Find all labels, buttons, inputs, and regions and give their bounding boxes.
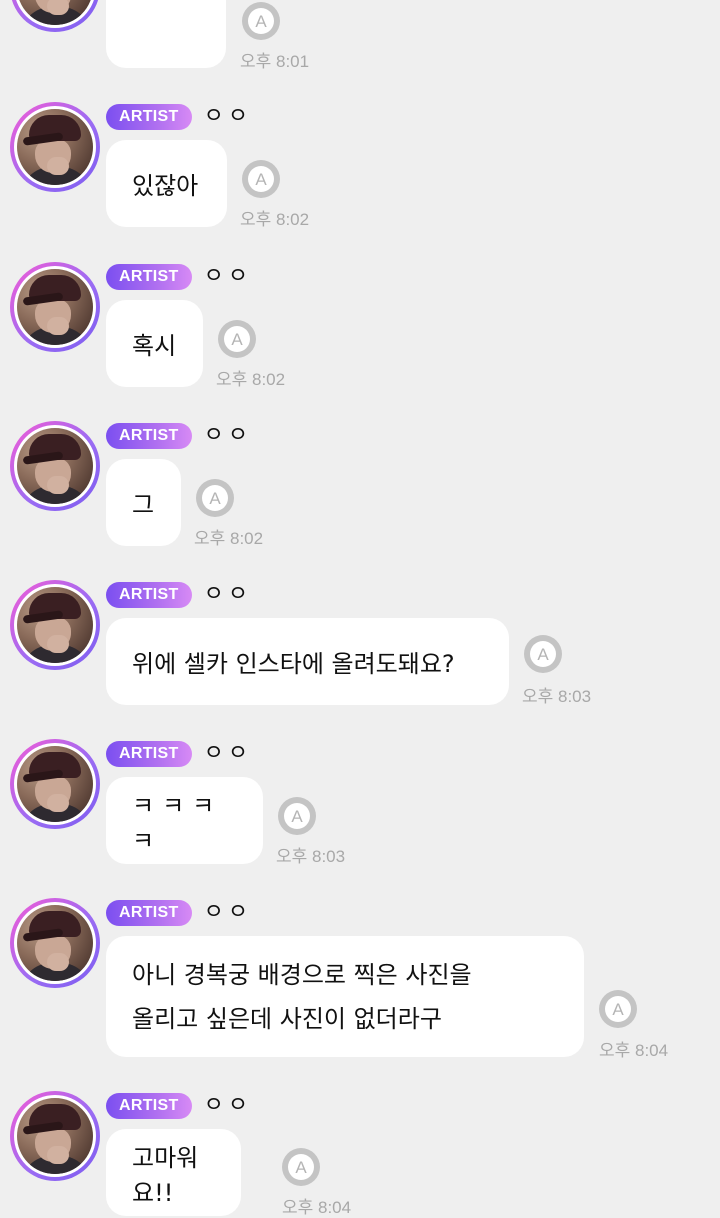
sender-nickname: ㅇㅇ [203, 264, 253, 289]
svg-text:A: A [537, 645, 549, 664]
svg-text:A: A [255, 170, 267, 189]
message-time: 오후 8:02 [216, 370, 286, 389]
message-bubble[interactable]: 위에 셀카 인스타에 올려도돼요? [106, 618, 509, 705]
artist-badge: ARTIST [106, 900, 192, 926]
a-in-circle-icon: A [242, 2, 280, 40]
message-time: 오후 8:03 [522, 687, 592, 706]
svg-text:A: A [291, 807, 303, 826]
a-in-circle-icon: A [218, 320, 256, 358]
message-bubble[interactable]: 그 [106, 459, 181, 546]
artist-badge: ARTIST [106, 1093, 192, 1119]
svg-text:A: A [295, 1158, 307, 1177]
message-time: 오후 8:01 [240, 52, 310, 71]
a-in-circle-icon: A [282, 1148, 320, 1186]
message-bubble[interactable]: 혹시 [106, 300, 203, 387]
svg-text:A: A [255, 12, 267, 31]
svg-text:A: A [231, 330, 243, 349]
a-in-circle-icon: A [196, 479, 234, 517]
artist-badge: ARTIST [106, 741, 192, 767]
artist-avatar[interactable] [10, 1091, 100, 1181]
message-bubble[interactable]: 아니 경복궁 배경으로 찍은 사진을 올리고 싶은데 사진이 없더라구 [106, 936, 584, 1057]
message-bubble[interactable]: ㅋㅋㅋㅋ [106, 777, 263, 864]
artist-avatar[interactable] [10, 580, 100, 670]
artist-badge: ARTIST [106, 264, 192, 290]
artist-badge: ARTIST [106, 582, 192, 608]
message-time: 오후 8:02 [194, 529, 264, 548]
a-in-circle-icon: A [599, 990, 637, 1028]
sender-nickname: ㅇㅇ [203, 900, 253, 925]
svg-text:A: A [612, 1000, 624, 1019]
artist-avatar[interactable] [10, 262, 100, 352]
a-in-circle-icon: A [524, 635, 562, 673]
a-in-circle-icon: A [278, 797, 316, 835]
artist-avatar[interactable] [10, 421, 100, 511]
message-time: 오후 8:04 [282, 1198, 352, 1217]
artist-avatar[interactable] [10, 0, 100, 32]
svg-text:A: A [209, 489, 221, 508]
artist-avatar[interactable] [10, 739, 100, 829]
message-bubble[interactable] [106, 0, 226, 68]
sender-nickname: ㅇㅇ [203, 104, 253, 129]
sender-nickname: ㅇㅇ [203, 582, 253, 607]
sender-nickname: ㅇㅇ [203, 741, 253, 766]
message-time: 오후 8:02 [240, 210, 310, 229]
a-in-circle-icon: A [242, 160, 280, 198]
artist-avatar[interactable] [10, 102, 100, 192]
artist-avatar[interactable] [10, 898, 100, 988]
sender-nickname: ㅇㅇ [203, 1093, 253, 1118]
message-bubble[interactable]: 있잖아 [106, 140, 227, 227]
message-time: 오후 8:03 [276, 847, 346, 866]
message-bubble[interactable]: 고마워요!! [106, 1129, 241, 1216]
artist-badge: ARTIST [106, 423, 192, 449]
sender-nickname: ㅇㅇ [203, 423, 253, 448]
artist-badge: ARTIST [106, 104, 192, 130]
message-time: 오후 8:04 [599, 1041, 669, 1060]
